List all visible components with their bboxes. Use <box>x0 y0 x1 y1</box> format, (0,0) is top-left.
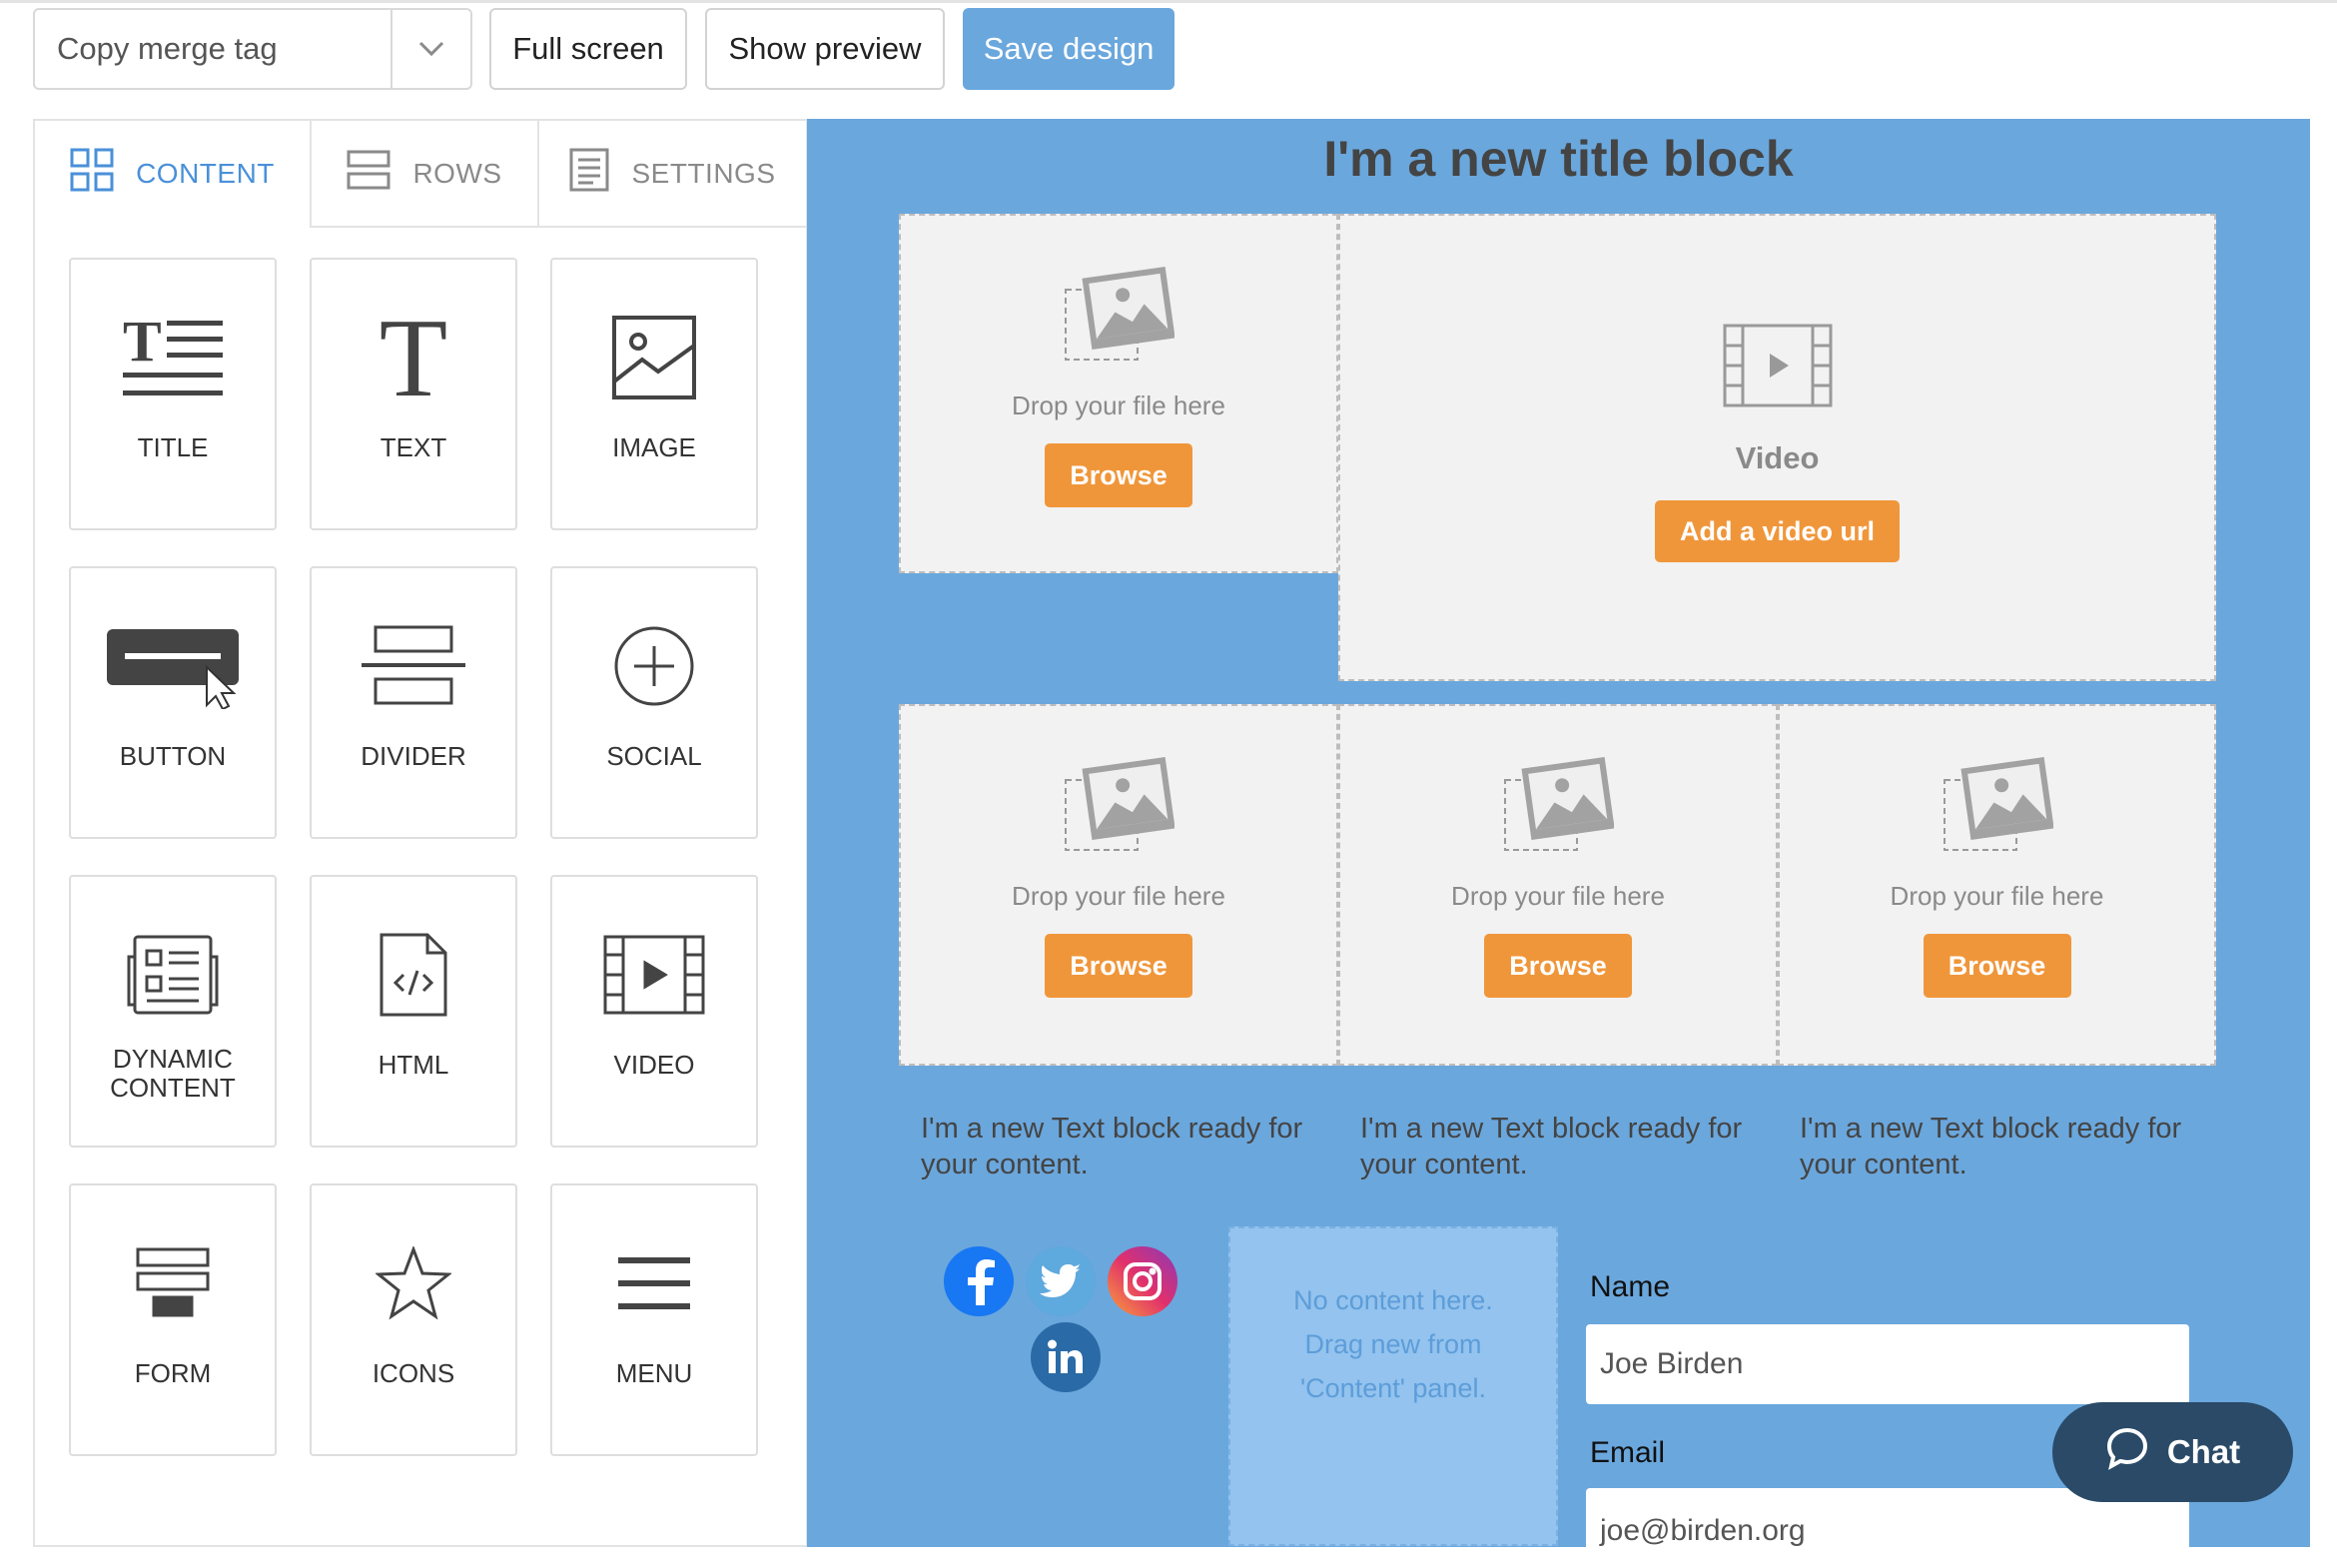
facebook-icon[interactable] <box>944 1246 1014 1316</box>
svg-text:T: T <box>380 310 447 405</box>
title-block[interactable]: I'm a new title block <box>807 130 2310 200</box>
empty-column-placeholder[interactable]: No content here. Drag new from 'Content'… <box>1228 1226 1558 1546</box>
text-block[interactable]: I'm a new Text block ready for your cont… <box>1360 1111 1760 1182</box>
menu-icon <box>618 1233 690 1333</box>
tab-content-label: CONTENT <box>136 157 275 189</box>
rows-icon <box>347 148 390 199</box>
content-block-label: VIDEO <box>613 1050 695 1080</box>
text-block[interactable]: I'm a new Text block ready for your cont… <box>921 1111 1320 1182</box>
image-placeholder-icon <box>1063 264 1175 369</box>
title-icon: T <box>123 308 223 407</box>
content-block-label: HTML <box>378 1050 449 1080</box>
social-icon <box>612 616 696 716</box>
content-block-label: MENU <box>615 1358 693 1388</box>
content-block-label: TITLE <box>137 432 209 462</box>
image-placeholder-icon <box>1063 754 1175 859</box>
content-block-form[interactable]: FORM <box>69 1183 277 1456</box>
empty-column-text: No content here. Drag new from 'Content'… <box>1293 1285 1493 1403</box>
content-block-image[interactable]: IMAGE <box>550 258 758 530</box>
image-icon <box>612 308 696 407</box>
full-screen-button[interactable]: Full screen <box>489 8 687 90</box>
merge-tag-select[interactable]: Copy merge tag <box>33 8 472 90</box>
merge-tag-value: Copy merge tag <box>57 31 278 66</box>
add-video-url-button[interactable]: Add a video url <box>1655 500 1900 562</box>
panel-tabs: CONTENT ROWS SETTINGS <box>35 121 806 228</box>
text-block[interactable]: I'm a new Text block ready for your cont… <box>1800 1111 2199 1182</box>
social-icons-block[interactable] <box>944 1246 1183 1396</box>
content-block-social[interactable]: SOCIAL <box>550 566 758 839</box>
content-block-label: BUTTON <box>119 741 227 771</box>
show-preview-button[interactable]: Show preview <box>705 8 945 90</box>
top-border <box>0 0 2337 3</box>
content-block-label: SOCIAL <box>606 741 702 771</box>
name-label: Name <box>1590 1270 1671 1303</box>
twitter-icon[interactable] <box>1026 1246 1096 1316</box>
browse-button[interactable]: Browse <box>1045 934 1192 998</box>
browse-button[interactable]: Browse <box>1484 934 1632 998</box>
browse-button[interactable]: Browse <box>1045 443 1192 507</box>
svg-text:T: T <box>123 315 162 374</box>
html-icon <box>380 925 447 1025</box>
image-placeholder-icon <box>1502 754 1615 859</box>
image-drop-zone[interactable]: Drop your file here Browse <box>899 704 1338 1066</box>
content-block-label: DYNAMIC CONTENT <box>110 1044 236 1103</box>
chat-button[interactable]: Chat <box>2052 1402 2293 1502</box>
content-block-label: TEXT <box>380 432 447 462</box>
form-icon <box>136 1233 210 1333</box>
text-icon: T <box>374 308 453 407</box>
image-drop-zone[interactable]: Drop your file here Browse <box>1338 704 1778 1066</box>
linkedin-icon[interactable] <box>1031 1322 1101 1392</box>
dynamic-content-icon <box>127 925 219 1025</box>
grid-icon <box>70 148 114 199</box>
content-block-label: IMAGE <box>612 432 696 462</box>
tab-settings[interactable]: SETTINGS <box>537 121 806 228</box>
name-field[interactable]: Joe Birden <box>1586 1324 2189 1404</box>
content-block-menu[interactable]: MENU <box>550 1183 758 1456</box>
chevron-down-icon[interactable] <box>390 10 470 88</box>
instagram-icon[interactable] <box>1108 1246 1177 1316</box>
content-block-dynamic-content[interactable]: DYNAMIC CONTENT <box>69 875 277 1148</box>
image-drop-zone[interactable]: Drop your file here Browse <box>1778 704 2216 1066</box>
tab-rows-label: ROWS <box>412 157 502 189</box>
video-icon <box>603 925 705 1025</box>
settings-doc-icon <box>569 148 609 199</box>
content-block-video[interactable]: VIDEO <box>550 875 758 1148</box>
drop-text: Drop your file here <box>1451 881 1665 911</box>
content-block-divider[interactable]: DIVIDER <box>310 566 517 839</box>
chat-label: Chat <box>2166 1433 2241 1470</box>
star-icon <box>376 1233 451 1333</box>
tab-rows[interactable]: ROWS <box>310 121 537 228</box>
email-label: Email <box>1590 1436 1666 1469</box>
drop-text: Drop your file here <box>1890 881 2104 911</box>
drop-text: Drop your file here <box>1012 881 1225 911</box>
video-title: Video <box>1735 440 1820 475</box>
content-block-button[interactable]: BUTTON <box>69 566 277 839</box>
video-placeholder-icon <box>1723 324 1833 412</box>
video-drop-zone[interactable]: Video Add a video url <box>1338 214 2216 681</box>
content-block-label: FORM <box>134 1358 212 1388</box>
content-block-title[interactable]: T TITLE <box>69 258 277 530</box>
chat-bubble-icon <box>2105 1426 2149 1478</box>
content-block-label: ICONS <box>372 1358 455 1388</box>
content-block-html[interactable]: HTML <box>310 875 517 1148</box>
content-block-text[interactable]: T TEXT <box>310 258 517 530</box>
tab-content[interactable]: CONTENT <box>35 121 310 228</box>
divider-icon <box>362 616 465 716</box>
image-placeholder-icon <box>1942 754 2054 859</box>
content-block-icons[interactable]: ICONS <box>310 1183 517 1456</box>
browse-button[interactable]: Browse <box>1923 934 2071 998</box>
drop-text: Drop your file here <box>1012 391 1225 420</box>
tab-settings-label: SETTINGS <box>631 157 776 189</box>
button-icon <box>103 616 243 716</box>
save-design-button[interactable]: Save design <box>963 8 1174 90</box>
content-block-label: DIVIDER <box>361 741 466 771</box>
image-drop-zone[interactable]: Drop your file here Browse <box>899 214 1338 573</box>
